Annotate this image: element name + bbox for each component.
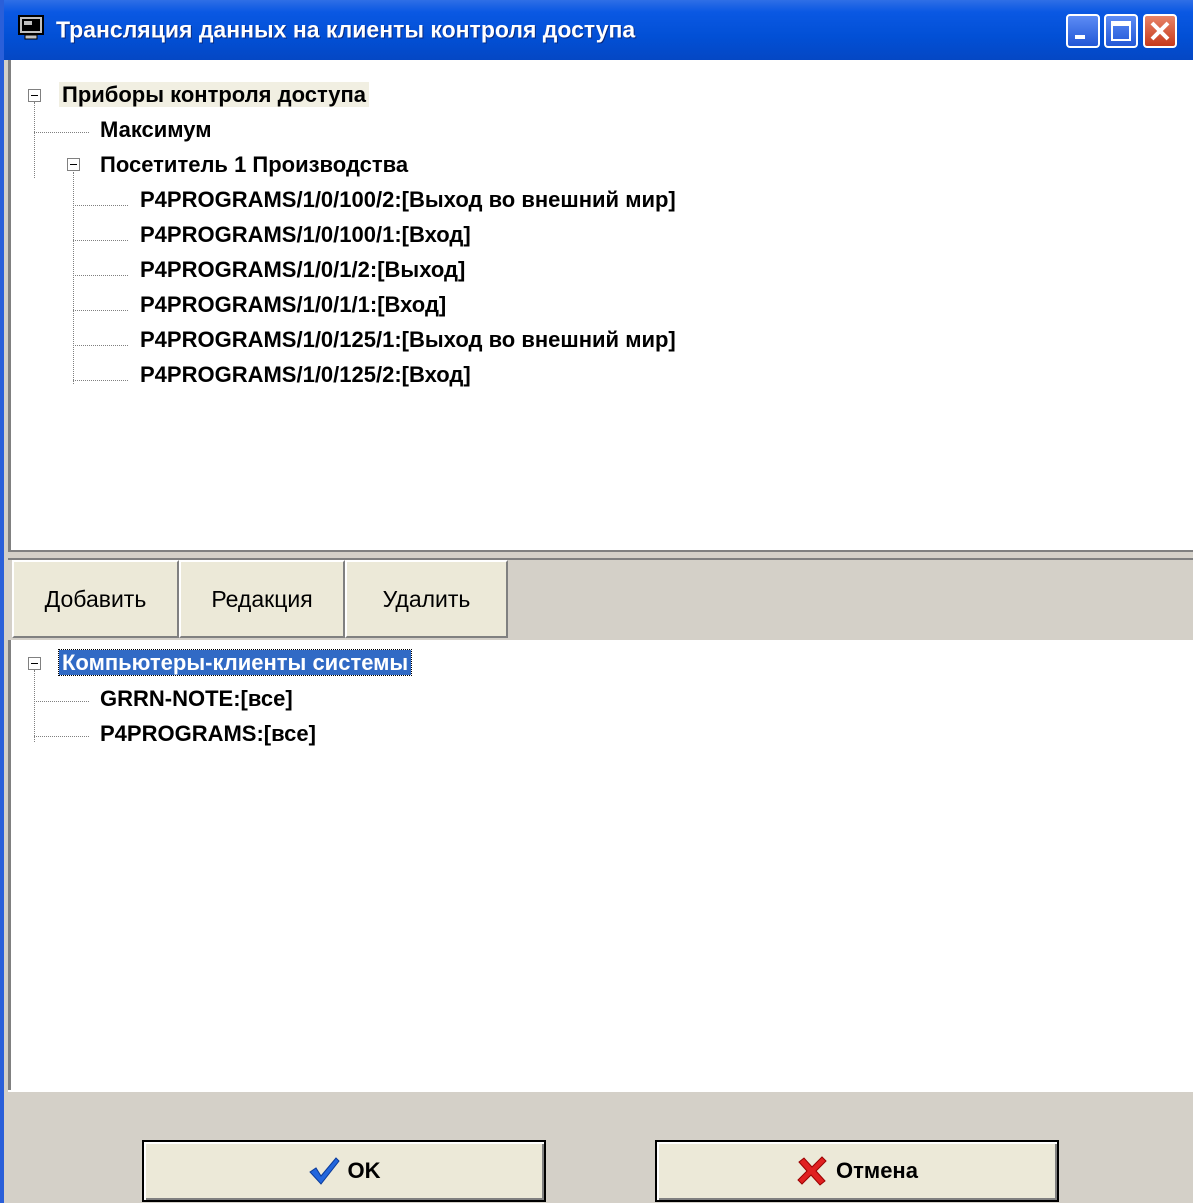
toolbar: Добавить Редакция Удалить xyxy=(8,560,1193,640)
tree-node-label: Максимум xyxy=(100,117,212,142)
tree-node-label: Посетитель 1 Производства xyxy=(100,152,409,177)
tree-node[interactable]: Посетитель 1 Производства xyxy=(97,150,411,180)
tree-node[interactable]: Максимум xyxy=(97,115,215,145)
tree-node[interactable]: GRRN-NOTE:[все] xyxy=(97,684,296,714)
tree-connector xyxy=(34,701,89,702)
collapse-icon[interactable] xyxy=(28,657,41,670)
tree-connector xyxy=(73,205,128,206)
checkmark-icon xyxy=(308,1157,340,1185)
tree-connector xyxy=(73,345,128,346)
collapse-icon[interactable] xyxy=(28,89,41,102)
tree-node-root[interactable]: Приборы контроля доступа xyxy=(59,80,370,110)
window-title: Трансляция данных на клиенты контроля до… xyxy=(56,16,636,43)
cancel-label: Отмена xyxy=(836,1158,918,1183)
tree-connector xyxy=(73,275,128,276)
tree-node-label: P4PROGRAMS/1/0/1/2:[Выход] xyxy=(140,257,466,282)
collapse-icon[interactable] xyxy=(67,158,80,171)
dialog-footer: OK Отмена xyxy=(8,1130,1193,1203)
close-button[interactable] xyxy=(1143,14,1177,48)
devices-tree[interactable]: Приборы контроля доступа Максимум Посети… xyxy=(8,60,1193,550)
tree-node-label: P4PROGRAMS/1/0/125/1:[Выход во внешний м… xyxy=(140,327,676,352)
tree-node-label: GRRN-NOTE:[все] xyxy=(100,686,293,711)
edit-button[interactable]: Редакция xyxy=(179,560,345,638)
tree-node[interactable]: P4PROGRAMS:[все] xyxy=(97,719,319,749)
tree-connector xyxy=(34,670,35,742)
tree-connector xyxy=(73,310,128,311)
clients-tree[interactable]: Компьютеры-клиенты системы GRRN-NOTE:[вс… xyxy=(8,640,1193,1090)
tree-connector xyxy=(34,132,89,133)
tree-connector xyxy=(73,240,128,241)
tree-connector xyxy=(73,172,74,384)
tree-connector xyxy=(73,380,128,381)
delete-button[interactable]: Удалить xyxy=(345,560,508,638)
title-bar[interactable]: Трансляция данных на клиенты контроля до… xyxy=(4,0,1193,60)
tree-node[interactable]: P4PROGRAMS/1/0/100/1:[Вход] xyxy=(137,220,474,250)
tree-node-label: P4PROGRAMS/1/0/100/2:[Выход во внешний м… xyxy=(140,187,676,212)
maximize-icon xyxy=(1111,21,1131,41)
pane-splitter[interactable] xyxy=(8,550,1193,560)
ok-button[interactable]: OK xyxy=(142,1140,546,1202)
tree-node-label: Компьютеры-клиенты системы xyxy=(57,649,413,676)
minimize-icon xyxy=(1075,35,1085,39)
tree-node[interactable]: P4PROGRAMS/1/0/125/1:[Выход во внешний м… xyxy=(137,325,679,355)
tree-node-label: P4PROGRAMS/1/0/125/2:[Вход] xyxy=(140,362,471,387)
ok-label: OK xyxy=(347,1158,381,1183)
tree-node-label: Приборы контроля доступа xyxy=(59,82,370,107)
tree-node[interactable]: P4PROGRAMS/1/0/125/2:[Вход] xyxy=(137,360,474,390)
tree-node-label: P4PROGRAMS/1/0/100/1:[Вход] xyxy=(140,222,471,247)
cross-icon xyxy=(797,1156,827,1186)
tree-connector xyxy=(34,736,89,737)
dialog-window: Трансляция данных на клиенты контроля до… xyxy=(0,0,1193,1203)
status-bar xyxy=(8,1090,1193,1130)
tree-node-root[interactable]: Компьютеры-клиенты системы xyxy=(57,648,413,678)
tree-node-label: P4PROGRAMS:[все] xyxy=(100,721,316,746)
tree-node[interactable]: P4PROGRAMS/1/0/1/1:[Вход] xyxy=(137,290,449,320)
close-icon xyxy=(1150,21,1170,41)
tree-node[interactable]: P4PROGRAMS/1/0/100/2:[Выход во внешний м… xyxy=(137,185,679,215)
maximize-button[interactable] xyxy=(1104,14,1138,48)
tree-node-label: P4PROGRAMS/1/0/1/1:[Вход] xyxy=(140,292,447,317)
tree-connector xyxy=(34,102,35,178)
minimize-button[interactable] xyxy=(1066,14,1100,48)
add-button[interactable]: Добавить xyxy=(12,560,179,638)
monitor-icon xyxy=(18,15,44,40)
tree-node[interactable]: P4PROGRAMS/1/0/1/2:[Выход] xyxy=(137,255,468,285)
cancel-button[interactable]: Отмена xyxy=(655,1140,1059,1202)
